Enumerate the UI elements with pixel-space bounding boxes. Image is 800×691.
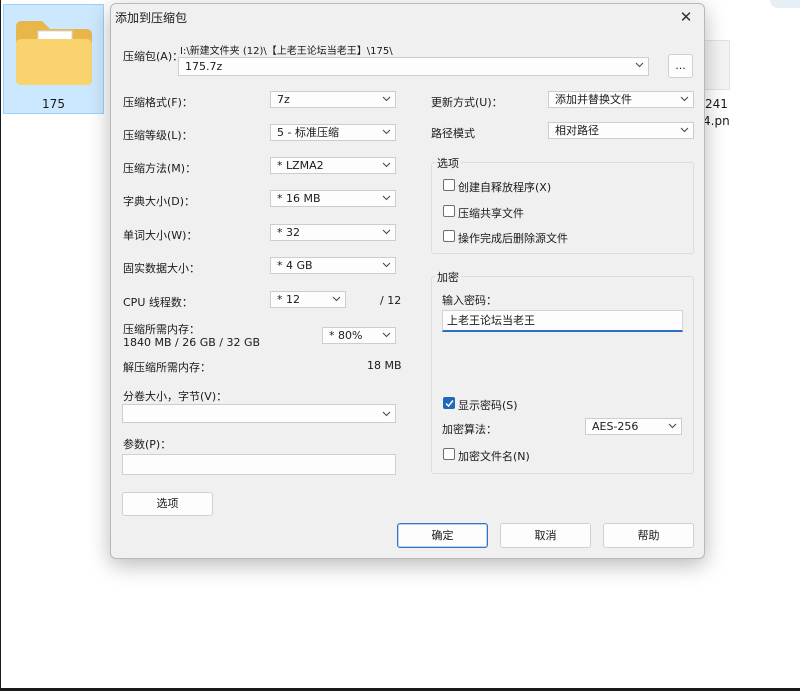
word-size-select[interactable]: * 32 — [270, 224, 396, 241]
archive-path: I:\新建文件夹 (12)\【上老王论坛当老王】\175\ — [180, 46, 393, 57]
update-mode-value: 添加并替换文件 — [555, 93, 632, 106]
title-bar[interactable]: 添加到压缩包 ✕ — [111, 4, 704, 30]
archive-label: 压缩包(A)： — [123, 50, 184, 63]
background-file-text: 241 — [705, 97, 728, 111]
format-label: 压缩格式(F)： — [123, 96, 193, 109]
split-size-label: 分卷大小，字节(V)： — [123, 390, 228, 403]
sfx-checkbox[interactable] — [443, 179, 455, 191]
shared-files-label: 压缩共享文件 — [458, 207, 524, 220]
path-mode-select[interactable]: 相对路径 — [548, 122, 694, 139]
word-size-value: * 32 — [277, 226, 300, 239]
encryption-method-select[interactable]: AES-256 — [585, 418, 682, 435]
close-icon[interactable]: ✕ — [676, 7, 696, 27]
background-corner — [770, 0, 800, 8]
dict-size-select[interactable]: * 16 MB — [270, 190, 396, 207]
method-value: * LZMA2 — [277, 159, 324, 172]
browse-button[interactable]: ... — [668, 54, 693, 78]
encryption-method-label: 加密算法： — [442, 423, 497, 436]
dict-size-value: * 16 MB — [277, 192, 321, 205]
params-label: 参数(P)： — [123, 438, 172, 451]
level-select[interactable]: 5 - 标准压缩 — [270, 124, 396, 141]
encrypt-filenames-label: 加密文件名(N) — [458, 450, 530, 463]
password-label: 输入密码： — [442, 294, 497, 307]
checkmark-icon — [445, 400, 454, 408]
decompress-memory-value: 18 MB — [367, 359, 402, 372]
archive-name-value: 175.7z — [185, 60, 223, 73]
chevron-down-icon — [382, 262, 391, 268]
word-size-label: 单词大小(W)： — [123, 229, 198, 242]
cancel-button[interactable]: 取消 — [500, 523, 591, 548]
chevron-down-icon — [382, 129, 391, 135]
delete-after-checkbox[interactable] — [443, 230, 455, 242]
encrypt-filenames-checkbox[interactable] — [443, 448, 455, 460]
show-password-checkbox[interactable] — [443, 397, 455, 409]
threads-max: / 12 — [380, 294, 402, 307]
threads-label: CPU 线程数： — [123, 296, 193, 309]
password-input[interactable]: 上老王论坛当老王 — [442, 310, 683, 332]
show-password-label: 显示密码(S) — [458, 399, 518, 412]
chevron-down-icon — [668, 423, 677, 429]
ok-button[interactable]: 确定 — [397, 523, 488, 548]
chevron-down-icon — [382, 229, 391, 235]
file-item-175[interactable]: 175 — [3, 4, 104, 114]
chevron-down-icon — [635, 62, 644, 68]
delete-after-label: 操作完成后删除源文件 — [458, 232, 568, 245]
file-name: 175 — [42, 97, 65, 111]
chevron-down-icon — [680, 127, 689, 133]
options-group-title: 选项 — [435, 155, 461, 171]
chevron-down-icon — [382, 195, 391, 201]
chevron-down-icon — [382, 332, 391, 338]
path-mode-value: 相对路径 — [555, 124, 599, 137]
memory-usage-select[interactable]: * 80% — [322, 327, 396, 344]
update-mode-select[interactable]: 添加并替换文件 — [548, 91, 694, 108]
chevron-down-icon — [382, 96, 391, 102]
help-button[interactable]: 帮助 — [603, 523, 694, 548]
memory-usage-value: * 80% — [329, 329, 363, 342]
memory-detail: 1840 MB / 26 GB / 32 GB — [123, 336, 261, 349]
path-mode-label: 路径模式 — [431, 127, 475, 140]
memory-label: 压缩所需内存： — [123, 323, 200, 336]
chevron-down-icon — [382, 162, 391, 168]
add-to-archive-dialog: 添加到压缩包 ✕ 压缩包(A)： I:\新建文件夹 (12)\【上老王论坛当老王… — [110, 3, 705, 559]
solid-size-label: 固实数据大小： — [123, 262, 200, 275]
background-file-thumbnail — [704, 40, 730, 90]
options-button[interactable]: 选项 — [122, 492, 213, 516]
background-file-text: 4.pn — [703, 114, 730, 128]
encryption-group-title: 加密 — [435, 269, 461, 285]
format-select[interactable]: 7z — [270, 91, 396, 108]
split-size-combo[interactable] — [122, 404, 396, 423]
solid-size-select[interactable]: * 4 GB — [270, 257, 396, 274]
method-label: 压缩方法(M)： — [123, 162, 197, 175]
dialog-title: 添加到压缩包 — [115, 11, 188, 25]
level-value: 5 - 标准压缩 — [277, 126, 339, 139]
format-value: 7z — [277, 93, 290, 106]
threads-select[interactable]: * 12 — [270, 291, 346, 308]
window-frame-left — [0, 0, 1, 688]
sfx-label: 创建自释放程序(X) — [458, 181, 552, 194]
chevron-down-icon — [382, 411, 391, 417]
solid-size-value: * 4 GB — [277, 259, 313, 272]
chevron-down-icon — [332, 296, 341, 302]
encryption-method-value: AES-256 — [592, 420, 639, 433]
decompress-memory-label: 解压缩所需内存： — [123, 361, 211, 374]
shared-files-checkbox[interactable] — [443, 205, 455, 217]
update-mode-label: 更新方式(U)： — [431, 96, 503, 109]
level-label: 压缩等级(L)： — [123, 129, 193, 142]
params-input[interactable] — [122, 454, 396, 475]
archive-name-combo[interactable]: 175.7z — [178, 57, 649, 76]
chevron-down-icon — [680, 96, 689, 102]
threads-value: * 12 — [277, 293, 300, 306]
dict-size-label: 字典大小(D)： — [123, 195, 196, 208]
folder-icon — [16, 21, 92, 85]
method-select[interactable]: * LZMA2 — [270, 157, 396, 174]
